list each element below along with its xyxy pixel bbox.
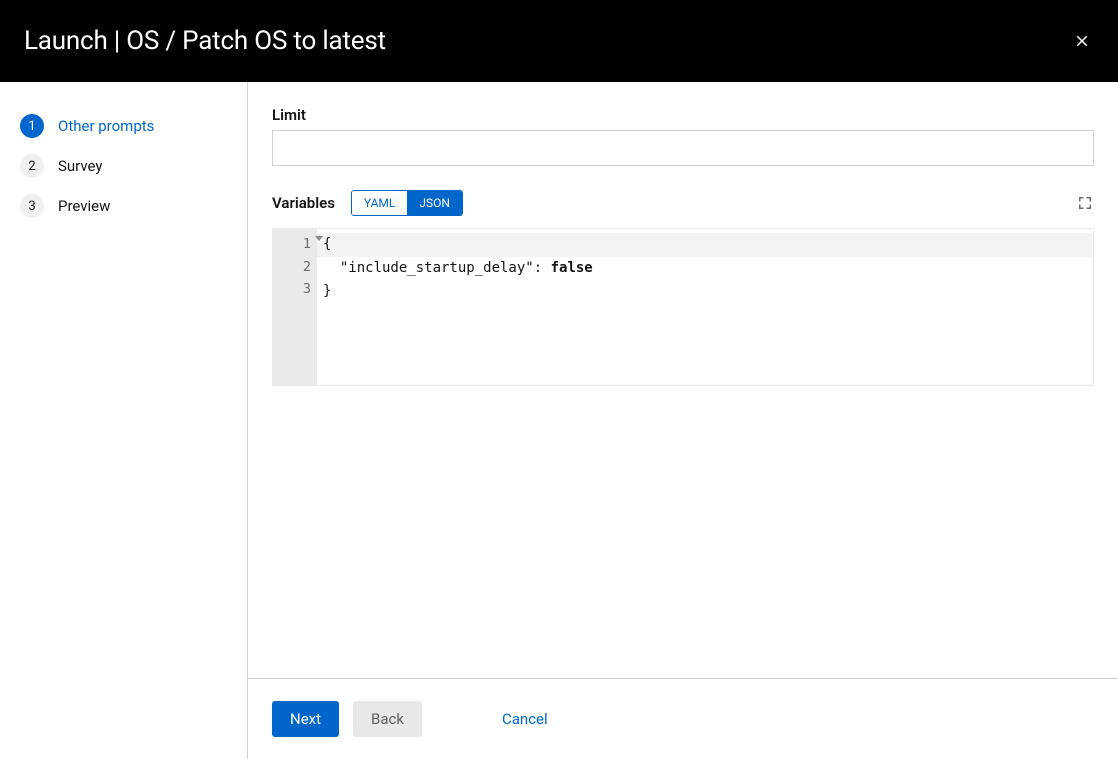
cancel-button[interactable]: Cancel <box>484 701 566 737</box>
format-toggle: YAML JSON <box>351 190 463 216</box>
limit-field: Limit <box>272 106 1094 166</box>
format-option-json[interactable]: JSON <box>407 191 462 215</box>
back-button[interactable]: Back <box>353 701 422 737</box>
wizard-step-other-prompts[interactable]: 1 Other prompts <box>20 106 227 146</box>
modal-title: Launch | OS / Patch OS to latest <box>24 26 386 56</box>
code-body[interactable]: { "include_startup_delay": false} <box>317 229 1093 385</box>
variables-label: Variables <box>272 194 335 212</box>
wizard-steps-sidebar: 1 Other prompts 2 Survey 3 Preview <box>0 82 248 759</box>
main-panel: Limit Variables YAML JSON <box>248 82 1118 759</box>
next-button[interactable]: Next <box>272 701 339 737</box>
expand-editor-button[interactable] <box>1076 194 1094 212</box>
step-number: 1 <box>20 114 44 138</box>
wizard-footer: Next Back Cancel <box>248 678 1118 759</box>
step-label: Preview <box>58 197 110 215</box>
variables-code-editor[interactable]: 1 2 3 { "include_startup_delay": false} <box>272 228 1094 386</box>
step-number: 3 <box>20 194 44 218</box>
wizard-step-survey[interactable]: 2 Survey <box>20 146 227 186</box>
limit-input[interactable] <box>272 130 1094 166</box>
format-option-yaml[interactable]: YAML <box>352 191 407 215</box>
limit-label: Limit <box>272 106 306 124</box>
fold-marker-icon[interactable] <box>315 236 323 241</box>
wizard-step-preview[interactable]: 3 Preview <box>20 186 227 226</box>
modal-body: 1 Other prompts 2 Survey 3 Preview Limit <box>0 82 1118 759</box>
step-number: 2 <box>20 154 44 178</box>
close-icon <box>1073 32 1091 50</box>
code-gutter: 1 2 3 <box>273 229 317 385</box>
variables-field: Variables YAML JSON 1 <box>272 190 1094 386</box>
close-button[interactable] <box>1070 29 1094 53</box>
form-area: Limit Variables YAML JSON <box>248 82 1118 678</box>
step-label: Survey <box>58 157 103 175</box>
modal-header: Launch | OS / Patch OS to latest <box>0 0 1118 82</box>
step-label: Other prompts <box>58 117 154 135</box>
expand-icon <box>1076 194 1094 212</box>
